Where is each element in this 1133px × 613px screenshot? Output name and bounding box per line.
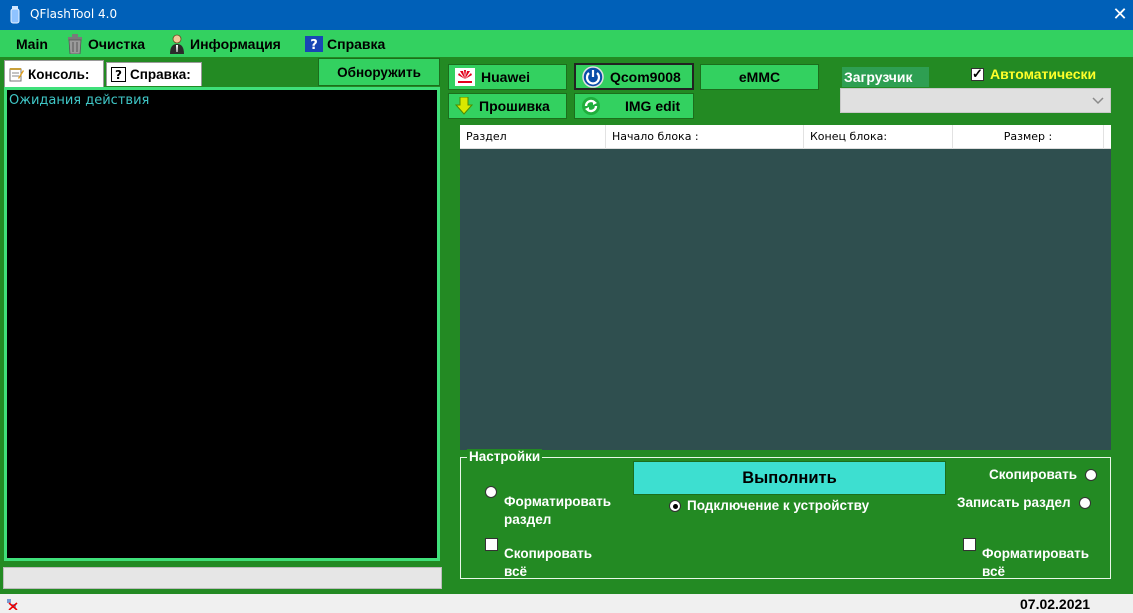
loader-label: Загрузчик	[842, 67, 929, 87]
partition-table[interactable]: Раздел Начало блока : Конец блока: Разме…	[460, 125, 1111, 450]
copy-all-option[interactable]: Скопировать всё	[485, 527, 592, 581]
chevron-down-icon	[1092, 97, 1104, 105]
format-all-option[interactable]: Форматировать всё	[963, 527, 1089, 581]
close-icon[interactable]: ✕	[1110, 4, 1130, 24]
copy-option[interactable]: Скопировать	[989, 466, 1098, 484]
console-line: Ожидания действия	[9, 93, 150, 108]
tab-help-label: Справка:	[130, 67, 191, 82]
write-partition-option[interactable]: Записать раздел	[957, 494, 1091, 512]
menu-info-label: Информация	[190, 36, 281, 52]
help-icon: ?	[305, 36, 323, 52]
column-header-end[interactable]: Конец блока:	[804, 125, 953, 149]
tab-console-label: Консоль:	[28, 66, 90, 82]
firmware-button[interactable]: Прошивка	[448, 93, 567, 119]
format-partition-option[interactable]: Форматировать раздел	[485, 475, 611, 529]
settings-title: Настройки	[467, 449, 543, 464]
auto-checkbox[interactable]: Автоматически	[971, 66, 1096, 82]
connect-device-radio[interactable]	[669, 500, 681, 512]
detect-button[interactable]: Обноружить	[318, 58, 440, 86]
format-partition-radio[interactable]	[485, 486, 497, 498]
auto-checkbox-label: Автоматически	[990, 66, 1097, 82]
refresh-icon	[582, 97, 600, 115]
qcom-button-label: Qcom9008	[610, 68, 681, 85]
table-header: Раздел Начало блока : Конец блока: Разме…	[460, 125, 1111, 149]
disconnected-icon	[7, 599, 18, 610]
status-bar: 07.02.2021	[0, 594, 1133, 613]
menu-info[interactable]: Информация	[168, 34, 281, 54]
console-output[interactable]: Ожидания действия	[7, 90, 437, 558]
menu-bar: Main Очистка Информация ? Справка	[0, 30, 1133, 57]
download-arrow-icon	[455, 97, 473, 115]
connect-device-option[interactable]: Подключение к устройству	[669, 497, 869, 515]
svg-text:?: ?	[115, 68, 122, 82]
progress-bar	[3, 567, 442, 589]
format-all-label: Форматировать всё	[982, 546, 1090, 579]
menu-clear-label: Очистка	[88, 36, 146, 52]
huawei-button[interactable]: Huawei	[448, 64, 567, 90]
menu-main[interactable]: Main	[16, 34, 48, 54]
notepad-icon	[9, 67, 24, 81]
copy-label: Скопировать	[989, 467, 1078, 482]
trash-icon	[68, 34, 82, 54]
menu-help-label: Справка	[327, 36, 386, 52]
column-header-partition[interactable]: Раздел	[460, 125, 606, 149]
write-partition-label: Записать раздел	[957, 495, 1071, 510]
status-date: 07.02.2021	[1020, 596, 1091, 612]
user-icon	[170, 34, 184, 54]
emmc-button[interactable]: eMMC	[700, 64, 819, 90]
img-edit-button[interactable]: IMG edit	[574, 93, 694, 119]
copy-all-checkbox[interactable]	[485, 538, 498, 551]
tab-help[interactable]: ? Справка:	[106, 62, 202, 86]
qcom-button[interactable]: Qcom9008	[574, 63, 694, 90]
menu-help[interactable]: ? Справка	[305, 34, 385, 54]
copy-radio[interactable]	[1085, 469, 1098, 481]
connect-device-label: Подключение к устройству	[687, 498, 870, 513]
power-icon	[582, 65, 604, 88]
img-edit-button-label: IMG edit	[625, 98, 681, 114]
firmware-button-label: Прошивка	[479, 98, 550, 114]
svg-text:?: ?	[310, 38, 318, 52]
column-header-size[interactable]: Размер :	[953, 125, 1104, 149]
menu-clear[interactable]: Очистка	[66, 34, 145, 54]
format-all-checkbox[interactable]	[963, 538, 976, 551]
console-frame: Ожидания действия	[4, 87, 440, 561]
app-icon	[10, 6, 20, 24]
huawei-button-label: Huawei	[481, 69, 531, 85]
window-title: QFlashTool 4.0	[30, 7, 118, 21]
huawei-logo-icon	[455, 68, 475, 86]
menu-main-label: Main	[16, 36, 48, 52]
tab-console[interactable]: Консоль:	[4, 60, 104, 87]
run-button[interactable]: Выполнить	[633, 461, 946, 495]
title-bar: QFlashTool 4.0 ✕	[0, 0, 1133, 30]
loader-select[interactable]	[840, 88, 1111, 113]
format-partition-label: Форматировать раздел	[504, 494, 612, 527]
write-partition-radio[interactable]	[1078, 497, 1091, 509]
copy-all-label: Скопировать всё	[504, 546, 593, 579]
auto-checkbox-box[interactable]	[971, 66, 984, 82]
column-header-start[interactable]: Начало блока :	[606, 125, 804, 149]
help-icon: ?	[111, 67, 126, 82]
